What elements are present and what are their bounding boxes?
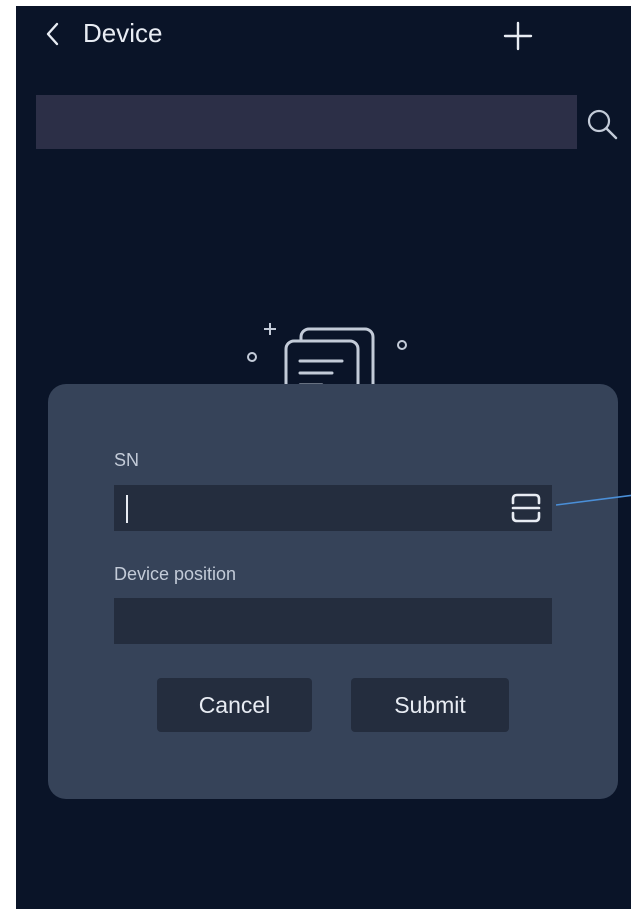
device-position-label: Device position <box>114 564 237 584</box>
search-button[interactable] <box>582 104 622 144</box>
scan-button[interactable] <box>506 488 546 528</box>
search-input[interactable] <box>36 95 577 149</box>
text-caret <box>126 495 128 523</box>
device-screen: Device SN Device position Cancel Submit <box>16 6 631 909</box>
device-position-input[interactable] <box>114 598 552 644</box>
back-button[interactable] <box>38 16 68 52</box>
chevron-left-icon <box>46 22 59 46</box>
add-device-button[interactable] <box>498 16 538 56</box>
page-title: Device <box>83 18 163 48</box>
callout-line <box>556 494 631 506</box>
header-bar: Device <box>16 6 631 66</box>
add-device-dialog: SN Device position Cancel Submit <box>48 384 618 799</box>
submit-button[interactable]: Submit <box>351 678 509 732</box>
sn-input[interactable] <box>114 485 552 531</box>
search-icon <box>587 109 618 140</box>
plus-icon <box>503 21 533 51</box>
scan-icon <box>511 493 541 523</box>
cancel-button[interactable]: Cancel <box>157 678 312 732</box>
sn-label: SN <box>114 450 140 470</box>
